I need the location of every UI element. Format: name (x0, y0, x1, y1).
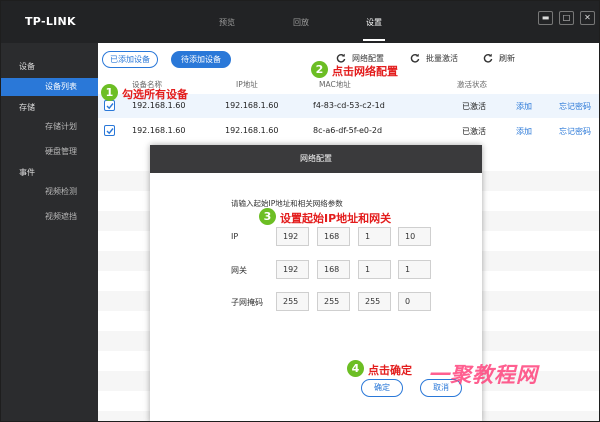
app-logo: TP-LINK (25, 15, 76, 28)
refresh-icon (410, 53, 420, 63)
mask-octet-1[interactable]: 255 (276, 292, 309, 311)
sidebar-item-disk-management[interactable]: 硬盘管理 (1, 143, 98, 161)
check-icon (106, 103, 114, 110)
step-badge: 2 (311, 61, 328, 78)
column-header-ip: IP地址 (236, 80, 258, 89)
mask-octet-3[interactable]: 255 (358, 292, 391, 311)
column-header-mac: MAC地址 (319, 80, 351, 89)
device-mac: f4-83-cd-53-c2-1d (313, 101, 385, 110)
add-device-link[interactable]: 添加 (516, 101, 532, 112)
forgot-password-link[interactable]: 忘记密码 (559, 101, 591, 112)
gateway-octet-1[interactable]: 192 (276, 260, 309, 279)
ip-label: IP (231, 232, 239, 241)
sidebar-item-storage-plan[interactable]: 存储计划 (1, 118, 98, 136)
device-status: 已激活 (462, 102, 486, 111)
step-annotation: 点击网络配置 (332, 65, 398, 78)
pending-devices-button[interactable]: 待添加设备 (171, 51, 231, 68)
minimize-button[interactable]: ▬ (538, 11, 553, 25)
row-checkbox[interactable] (104, 125, 115, 136)
maximize-button[interactable]: □ (559, 11, 574, 25)
sidebar-item-video-occlusion[interactable]: 视频遮挡 (1, 208, 98, 226)
close-button[interactable]: ✕ (580, 11, 595, 25)
dialog-hint: 请输入起始IP地址和相关网络参数 (231, 199, 343, 208)
device-mac: 8c-a6-df-5f-e0-2d (313, 126, 383, 135)
refresh-icon (483, 53, 493, 63)
row-checkbox[interactable] (104, 100, 115, 111)
table-row[interactable]: 192.168.1.60 192.168.1.60 8c-a6-df-5f-e0… (98, 119, 599, 143)
check-icon (106, 128, 114, 135)
step-badge: 4 (347, 360, 364, 377)
ip-octet-1[interactable]: 192 (276, 227, 309, 246)
refresh-label: 刷新 (499, 54, 515, 63)
mask-octet-4[interactable]: 0 (398, 292, 431, 311)
add-device-link[interactable]: 添加 (516, 126, 532, 137)
batch-activate-label: 批量激活 (426, 54, 458, 63)
network-config-label: 网络配置 (352, 54, 384, 63)
step-annotation: 勾选所有设备 (122, 88, 188, 101)
tab-preview[interactable]: 预览 (207, 17, 247, 28)
ip-octet-3[interactable]: 1 (358, 227, 391, 246)
device-ip: 192.168.1.60 (225, 126, 279, 135)
forgot-password-link[interactable]: 忘记密码 (559, 126, 591, 137)
gateway-label: 网关 (231, 266, 247, 275)
step-annotation: 设置起始IP地址和网关 (280, 212, 392, 225)
sidebar-item-video-detection[interactable]: 视频检测 (1, 183, 98, 201)
gateway-octet-3[interactable]: 1 (358, 260, 391, 279)
gateway-octet-4[interactable]: 1 (398, 260, 431, 279)
batch-activate-button[interactable]: 批量激活 (410, 53, 458, 64)
refresh-button[interactable]: 刷新 (483, 53, 515, 64)
gateway-octet-2[interactable]: 168 (317, 260, 350, 279)
step-annotation: 点击确定 (368, 364, 412, 377)
refresh-icon (336, 53, 346, 63)
tab-playback[interactable]: 回放 (281, 17, 321, 28)
device-name: 192.168.1.60 (132, 126, 186, 135)
sidebar-group-event: 事件 (19, 168, 35, 177)
device-status: 已激活 (462, 127, 486, 136)
sidebar: 设备 设备列表 存储 存储计划 硬盘管理 事件 视频检测 视频遮挡 (1, 43, 98, 421)
ok-button[interactable]: 确定 (361, 379, 403, 397)
device-ip: 192.168.1.60 (225, 101, 279, 110)
mask-octet-2[interactable]: 255 (317, 292, 350, 311)
ip-octet-2[interactable]: 168 (317, 227, 350, 246)
device-name: 192.168.1.60 (132, 101, 186, 110)
title-bar: TP-LINK 预览 回放 设置 ▬ □ ✕ (1, 1, 599, 43)
step-badge: 3 (259, 208, 276, 225)
watermark: 一聚教程网 (428, 363, 538, 387)
subnet-mask-label: 子网掩码 (231, 298, 263, 307)
app-window: TP-LINK 预览 回放 设置 ▬ □ ✕ 设备 设备列表 存储 存储计划 硬… (0, 0, 600, 422)
sidebar-group-storage: 存储 (19, 103, 35, 112)
added-devices-button[interactable]: 已添加设备 (102, 51, 158, 68)
column-header-status: 激活状态 (457, 80, 487, 89)
step-badge: 1 (101, 84, 118, 101)
sidebar-group-device: 设备 (19, 62, 35, 71)
active-tab-indicator (363, 39, 385, 41)
tab-settings[interactable]: 设置 (354, 17, 394, 28)
sidebar-item-device-list[interactable]: 设备列表 (1, 78, 98, 96)
ip-octet-4[interactable]: 10 (398, 227, 431, 246)
dialog-title: 网络配置 (150, 145, 482, 173)
